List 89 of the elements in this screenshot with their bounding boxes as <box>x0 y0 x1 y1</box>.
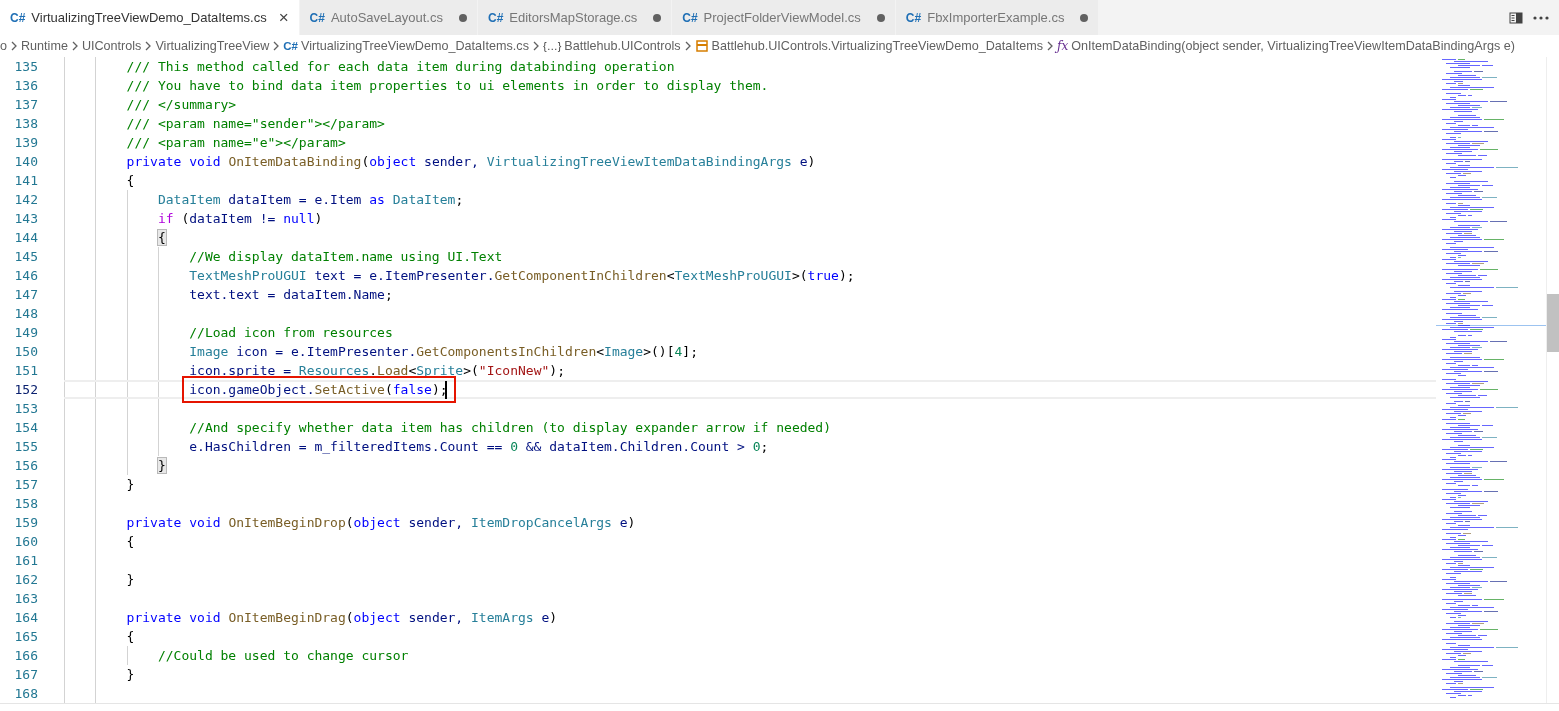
line-number: 138 <box>13 115 38 133</box>
code-line: { <box>125 628 135 646</box>
breadcrumb-item[interactable]: VirtualizingTreeViewDemo_DataItems.cs <box>301 39 529 53</box>
line-number: 139 <box>13 134 38 152</box>
code-line: e.HasChildren = m_filteredItems.Count == 0 && dataItem.Children.Count > 0; <box>188 438 769 456</box>
code-line: /// </summary> <box>125 96 237 114</box>
code-line: { <box>125 533 135 551</box>
namespace-icon: {…} <box>542 40 562 52</box>
line-number: 141 <box>13 172 38 190</box>
line-number: 162 <box>13 571 38 589</box>
code-line: private void OnItemBeginDrag(object sender, ItemArgs e) <box>125 609 558 627</box>
code-line: //Load icon from resources <box>188 324 393 342</box>
code-line: if (dataItem != null) <box>156 210 323 228</box>
line-number: 146 <box>13 267 38 285</box>
line-number: 167 <box>13 666 38 684</box>
class-icon <box>694 39 709 53</box>
line-number: 140 <box>13 153 38 171</box>
code-line: //Could be used to change cursor <box>156 647 409 665</box>
line-number: 149 <box>13 324 38 342</box>
line-number: 164 <box>13 609 38 627</box>
line-number: 168 <box>13 685 38 703</box>
code-line: /// This method called for each data item during databinding operation <box>125 58 675 76</box>
csharp-file-icon: C# <box>682 10 698 25</box>
breadcrumb-item[interactable]: OnItemDataBinding(object sender, VirtualizingTreeViewItemDataBindingArgs e) <box>1071 39 1515 53</box>
line-number: 144 <box>13 229 38 247</box>
csharp-file-icon: C# <box>10 10 26 25</box>
editor-tab[interactable]: C# FbxImporterExample.cs <box>895 0 1100 35</box>
code-line: text.text = dataItem.Name; <box>188 286 393 304</box>
code-line: } <box>125 571 135 589</box>
tab-label: FbxImporterExample.cs <box>927 10 1065 25</box>
line-number: 142 <box>13 191 38 209</box>
scrollbar-thumb[interactable] <box>1547 294 1559 352</box>
code-line: //We display dataItem.name using UI.Text <box>188 248 503 266</box>
csharp-file-icon: C# <box>487 10 504 25</box>
breadcrumb-item[interactable]: o <box>0 39 7 53</box>
editor-tab[interactable]: C# VirtualizingTreeViewDemo_DataItems.cs × <box>0 0 300 35</box>
line-number: 145 <box>13 248 38 266</box>
line-number: 158 <box>13 495 38 513</box>
code-line: DataItem dataItem = e.Item as DataItem; <box>156 191 464 209</box>
code-line: private void OnItemDataBinding(object sender, VirtualizingTreeViewItemDataBindingArgs e) <box>125 153 816 171</box>
split-editor-icon[interactable] <box>1509 10 1523 25</box>
code-line: } <box>125 666 135 684</box>
code-line: TextMeshProUGUI text = e.ItemPresenter.GetComponentInChildren<TextMeshProUGUI>(true); <box>188 267 855 285</box>
csharp-file-icon: C# <box>905 10 922 25</box>
line-number: 151 <box>13 362 38 380</box>
close-icon[interactable]: × <box>278 9 289 26</box>
line-number: 136 <box>13 77 38 95</box>
csharp-file-icon: C# <box>309 10 325 25</box>
csharp-file-icon: C# <box>283 40 298 52</box>
line-number: 159 <box>13 514 38 532</box>
line-number: 163 <box>13 590 38 608</box>
line-number: 147 <box>13 286 38 304</box>
editor-tab[interactable]: C# EditorsMapStorage.cs <box>477 0 673 35</box>
line-number: 153 <box>13 400 38 418</box>
code-line: /// <param name="e"></param> <box>125 134 346 152</box>
line-number: 157 <box>13 476 38 494</box>
code-line: Image icon = e.ItemPresenter.GetComponentsInChildren<Image>()[4]; <box>188 343 698 361</box>
breadcrumb-item[interactable]: VirtualizingTreeView <box>155 39 270 53</box>
breadcrumb-item[interactable]: UIControls <box>81 39 142 53</box>
breadcrumb-item[interactable]: Battlehub.UIControls <box>564 39 681 53</box>
line-number: 143 <box>13 210 38 228</box>
line-number: 154 <box>13 419 38 437</box>
tab-label: AutoSaveLayout.cs <box>330 10 443 25</box>
editor-tab[interactable]: C# AutoSaveLayout.cs <box>299 0 478 35</box>
tab-label: EditorsMapStorage.cs <box>509 10 638 25</box>
tab-label: ProjectFolderViewModel.cs <box>703 10 861 25</box>
breadcrumb-item[interactable]: Battlehub.UIControls.VirtualizingTreeViewDemo_DataItems <box>711 39 1044 53</box>
breadcrumb-item[interactable]: Runtime <box>21 39 68 53</box>
editor-tab[interactable]: C# ProjectFolderViewModel.cs <box>672 0 896 35</box>
line-number: 152 <box>13 381 38 399</box>
tab-label: VirtualizingTreeViewDemo_DataItems.cs <box>31 10 267 25</box>
line-number: 161 <box>13 552 38 570</box>
line-number: 166 <box>13 647 38 665</box>
code-line: } <box>125 476 135 494</box>
line-number: 150 <box>13 343 38 361</box>
code-line: private void OnItemBeginDrop(object sender, ItemDropCancelArgs e) <box>125 514 636 532</box>
code-line: /// You have to bind data item properties to ui elements in order to display them. <box>125 77 769 95</box>
line-number: 165 <box>13 628 38 646</box>
line-number: 160 <box>13 533 38 551</box>
line-number: 155 <box>13 438 38 456</box>
line-number: 137 <box>13 96 38 114</box>
line-number: 135 <box>13 58 38 76</box>
line-number: 156 <box>13 457 38 475</box>
code-line: /// <param name="sender"></param> <box>125 115 385 133</box>
more-actions-icon[interactable] <box>1533 15 1549 20</box>
function-icon: ƒx <box>1057 39 1069 53</box>
code-line: //And specify whether data item has children (to display expander arrow if needed) <box>188 419 831 437</box>
line-number: 148 <box>13 305 38 323</box>
code-line: { <box>125 172 135 190</box>
